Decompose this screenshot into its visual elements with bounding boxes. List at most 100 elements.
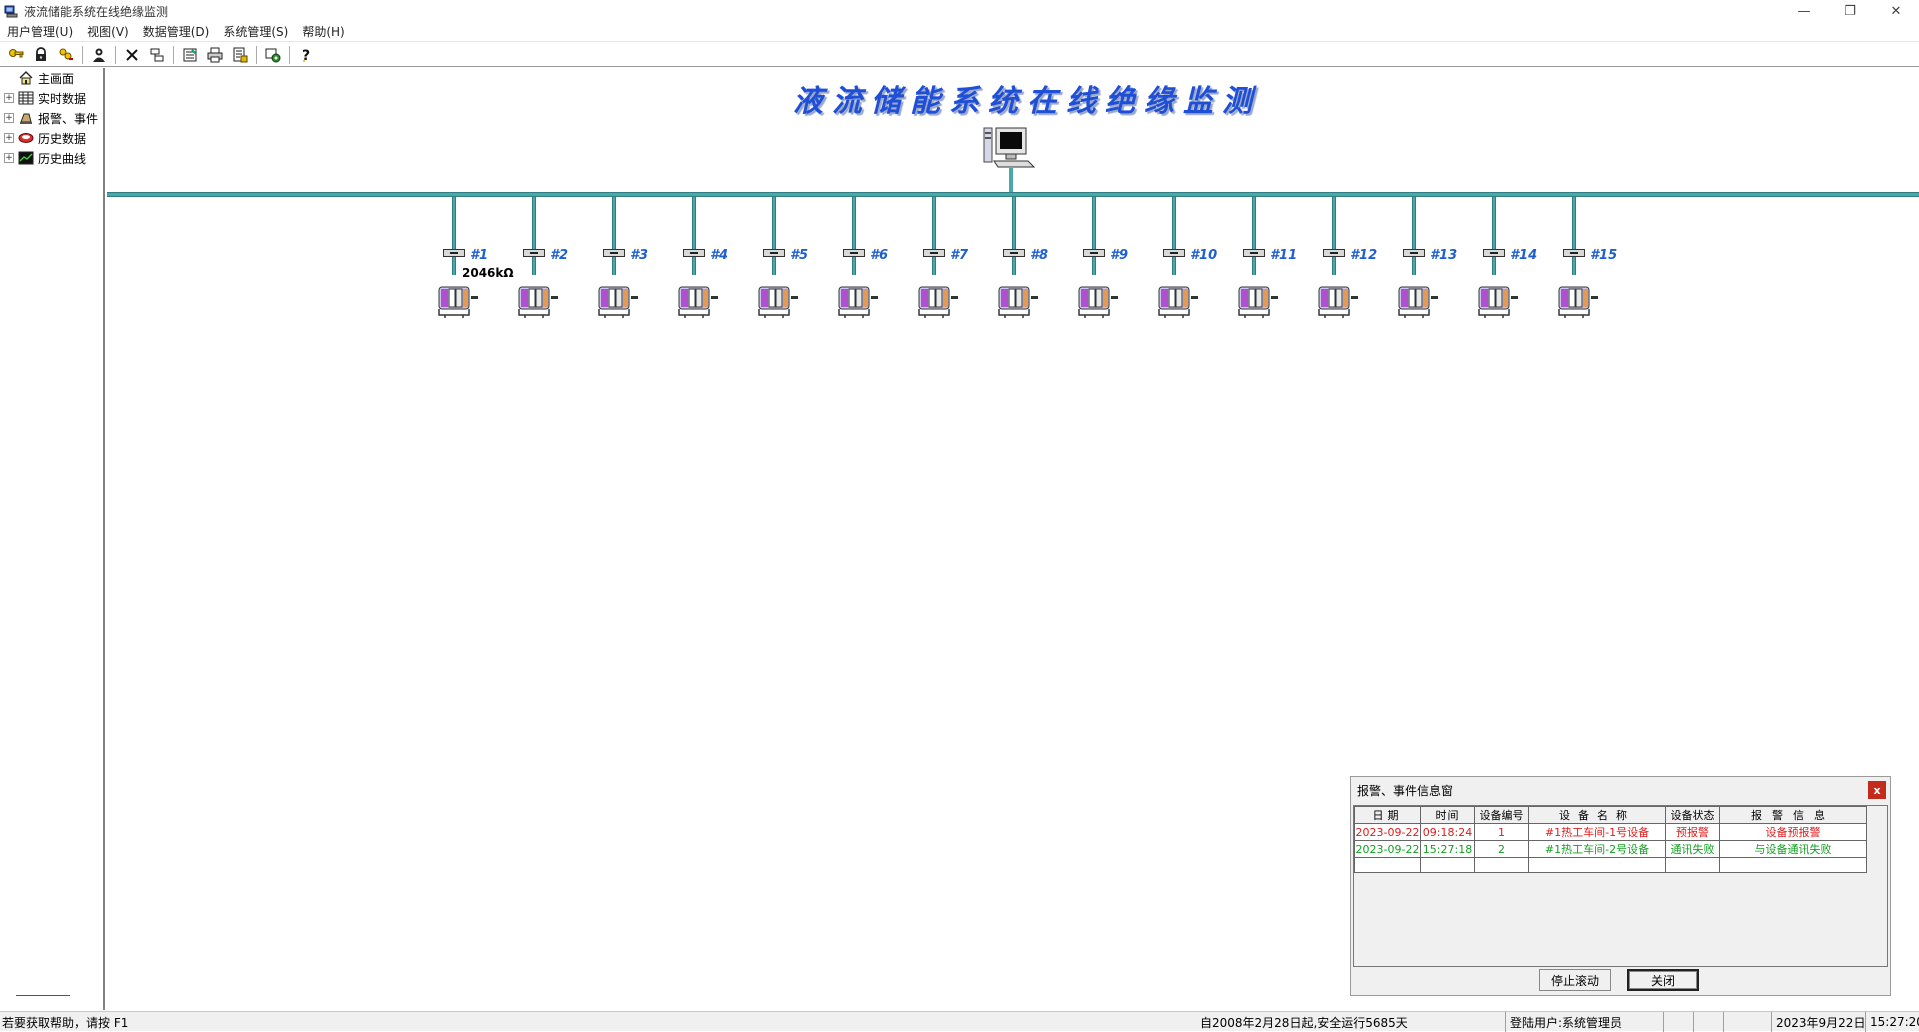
device-config-icon[interactable] xyxy=(145,45,169,65)
cell-device-name: #1热工车间-2号设备 xyxy=(1528,840,1666,858)
column-header-time[interactable]: 时间 xyxy=(1420,806,1475,824)
cut-icon[interactable] xyxy=(120,45,144,65)
export-icon[interactable] xyxy=(228,45,252,65)
monitor-device-icon xyxy=(758,286,798,318)
device-node-1[interactable]: #1 2046kΩ xyxy=(435,197,515,337)
tree-item-history-curve[interactable]: + 历史曲线 xyxy=(0,148,103,168)
converter-icon xyxy=(1163,249,1185,257)
monitor-device-icon xyxy=(598,286,638,318)
tree-item-history-data[interactable]: + 历史数据 xyxy=(0,128,103,148)
navigation-tree: 主画面 + 实时数据 + 报警、事件 + 历史数据 + 历史曲线 xyxy=(0,68,105,1010)
minimize-button[interactable]: — xyxy=(1781,0,1827,22)
device-node-3[interactable]: #3 xyxy=(595,197,675,337)
expand-toggle[interactable]: + xyxy=(4,113,14,123)
column-header-device-status[interactable]: 设备状态 xyxy=(1665,806,1720,824)
node-label: #9 xyxy=(1110,248,1129,263)
column-header-alarm-info[interactable]: 报警信息 xyxy=(1719,806,1867,824)
table-row[interactable]: 2023-09-22 15:27:18 2 #1热工车间-2号设备 通讯失败 与… xyxy=(1354,840,1867,858)
converter-icon xyxy=(683,249,705,257)
cell-device-id: 2 xyxy=(1474,840,1529,858)
tree-label-main-view: 主画面 xyxy=(38,71,75,86)
stop-scroll-button[interactable]: 停止滚动 xyxy=(1539,969,1611,991)
cell-time: 15:27:18 xyxy=(1420,840,1475,858)
tree-label-history-data: 历史数据 xyxy=(38,131,87,146)
table-row[interactable] xyxy=(1354,857,1867,873)
node-label: #13 xyxy=(1430,248,1458,263)
converter-icon xyxy=(843,249,865,257)
user-icon[interactable] xyxy=(87,45,111,65)
expand-toggle[interactable]: + xyxy=(4,153,14,163)
column-header-date[interactable]: 日期 xyxy=(1354,806,1421,824)
home-icon xyxy=(19,71,33,85)
lock-icon[interactable] xyxy=(29,45,53,65)
monitor-device-icon xyxy=(1398,286,1438,318)
device-node-6[interactable]: #6 xyxy=(835,197,915,337)
device-node-9[interactable]: #9 xyxy=(1075,197,1155,337)
tree-item-realtime-data[interactable]: + 实时数据 xyxy=(0,88,103,108)
alarm-window-title: 报警、事件信息窗 xyxy=(1351,777,1890,803)
help-icon[interactable]: ? xyxy=(294,45,318,65)
print-icon[interactable] xyxy=(203,45,227,65)
menu-system-management[interactable]: 系统管理(S) xyxy=(216,23,295,40)
toolbar: ? xyxy=(0,43,1919,67)
node-label: #3 xyxy=(630,248,649,263)
app-icon xyxy=(4,5,18,18)
insulation-value: 2046kΩ xyxy=(462,266,514,280)
monitor-device-icon xyxy=(918,286,958,318)
device-node-10[interactable]: #10 xyxy=(1155,197,1235,337)
converter-icon xyxy=(1083,249,1105,257)
settings-icon[interactable] xyxy=(178,45,202,65)
status-bar: 若要获取帮助，请按 F1 自2008年2月28日起,安全运行5685天 登陆用户… xyxy=(0,1011,1919,1032)
gear-icon[interactable] xyxy=(261,45,285,65)
menu-help[interactable]: 帮助(H) xyxy=(295,23,351,40)
monitor-device-icon xyxy=(838,286,878,318)
menu-data-management[interactable]: 数据管理(D) xyxy=(136,23,217,40)
device-node-14[interactable]: #14 xyxy=(1475,197,1555,337)
close-window-button[interactable]: ✕ xyxy=(1873,0,1919,22)
cell-device-status: 通讯失败 xyxy=(1665,840,1720,858)
key-icon[interactable] xyxy=(4,45,28,65)
device-node-7[interactable]: #7 xyxy=(915,197,995,337)
converter-icon xyxy=(1003,249,1025,257)
node-label: #10 xyxy=(1190,248,1218,263)
converter-icon xyxy=(1563,249,1585,257)
column-header-device-id[interactable]: 设备编号 xyxy=(1474,806,1529,824)
node-label: #7 xyxy=(950,248,969,263)
monitor-device-icon xyxy=(998,286,1038,318)
node-label: #8 xyxy=(1030,248,1049,263)
status-date: 2023年9月22日 xyxy=(1771,1012,1865,1032)
device-node-5[interactable]: #5 xyxy=(755,197,835,337)
monitor-device-icon xyxy=(678,286,718,318)
device-node-13[interactable]: #13 xyxy=(1395,197,1475,337)
status-user: 登陆用户:系统管理员 xyxy=(1505,1012,1663,1032)
device-node-2[interactable]: #2 xyxy=(515,197,595,337)
keys-icon[interactable] xyxy=(54,45,78,65)
tree-item-alarm-events[interactable]: + 报警、事件 xyxy=(0,108,103,128)
page-title: 液流储能系统在线绝缘监测 xyxy=(793,84,1261,119)
alarm-icon xyxy=(20,113,32,124)
alarm-table: 日期 时间 设备编号 设备名称 设备状态 报警信息 2023-09-22 09:… xyxy=(1354,806,1867,873)
alarm-close-icon[interactable]: x xyxy=(1868,781,1886,799)
menu-view[interactable]: 视图(V) xyxy=(80,23,136,40)
expand-toggle[interactable]: + xyxy=(4,93,14,103)
close-button[interactable]: 关闭 xyxy=(1627,969,1699,991)
column-header-device-name[interactable]: 设备名称 xyxy=(1528,806,1666,824)
device-node-11[interactable]: #11 xyxy=(1235,197,1315,337)
device-node-15[interactable]: #15 xyxy=(1555,197,1635,337)
converter-icon xyxy=(1483,249,1505,257)
expand-toggle[interactable]: + xyxy=(4,133,14,143)
monitor-device-icon xyxy=(1478,286,1518,318)
table-row[interactable]: 2023-09-22 09:18:24 1 #1热工车间-1号设备 预报警 设备… xyxy=(1354,823,1867,841)
status-runtime: 自2008年2月28日起,安全运行5685天 xyxy=(1200,1015,1408,1030)
device-node-12[interactable]: #12 xyxy=(1315,197,1395,337)
device-node-8[interactable]: #8 xyxy=(995,197,1075,337)
monitor-device-icon xyxy=(1158,286,1198,318)
menu-user-management[interactable]: 用户管理(U) xyxy=(0,23,80,40)
tree-label-realtime-data: 实时数据 xyxy=(38,91,87,106)
device-node-4[interactable]: #4 xyxy=(675,197,755,337)
tree-item-main-view[interactable]: 主画面 xyxy=(0,68,103,88)
monitor-device-icon xyxy=(518,286,558,318)
cell-device-name: #1热工车间-1号设备 xyxy=(1528,823,1666,841)
restore-button[interactable]: ❐ xyxy=(1827,0,1873,22)
cell-time: 09:18:24 xyxy=(1420,823,1475,841)
